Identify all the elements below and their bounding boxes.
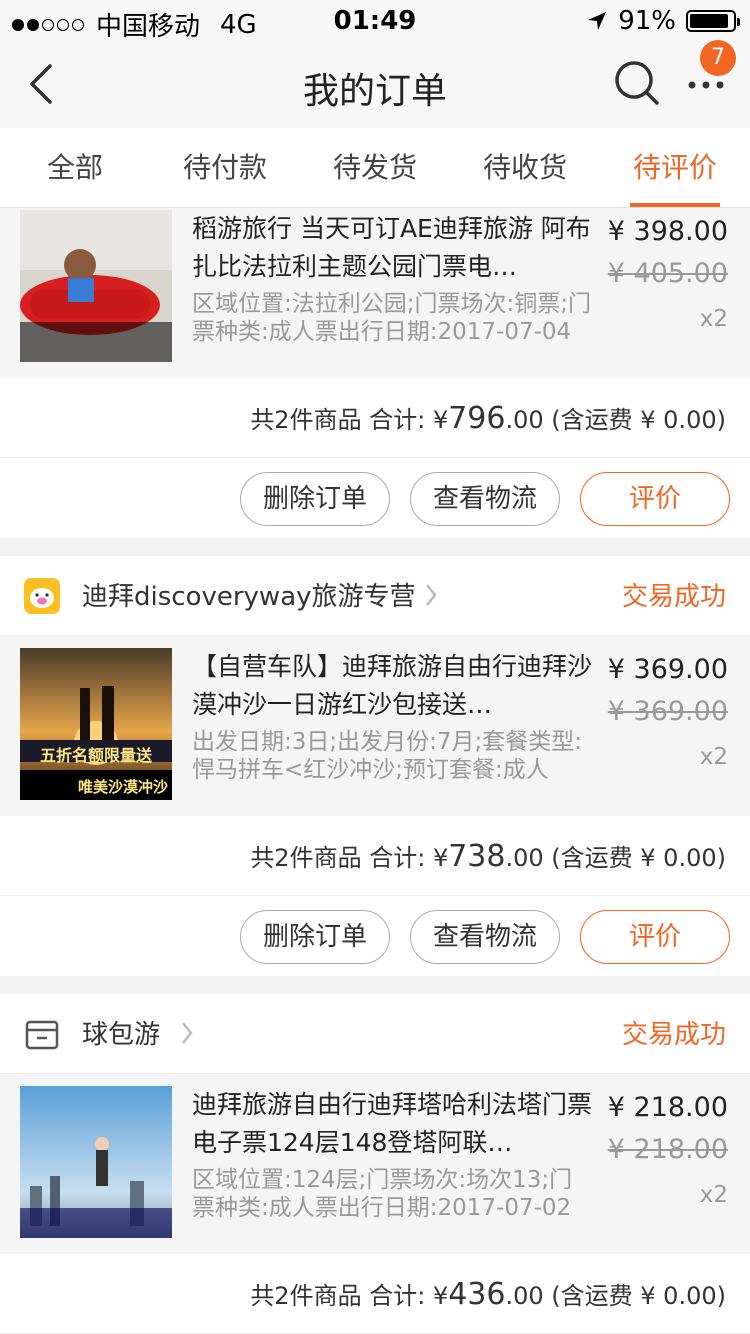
product-original-price: ¥ 218.00 (607, 1134, 728, 1165)
tab-all[interactable]: 全部 (0, 128, 150, 207)
product-title: 【自营车队】迪拜旅游自由行迪拜沙漠冲沙一日游红沙包接送… (192, 652, 592, 719)
order-tabs: 全部 待付款 待发货 待收货 待评价 (0, 128, 750, 208)
summary-shipping: (含运费 ¥ 0.00) (551, 406, 726, 434)
order-summary: 共2件商品 合计: ¥738.00 (含运费 ¥ 0.00) (0, 816, 750, 896)
summary-count: 共2件商品 合计: (250, 844, 426, 872)
battery-icon (686, 10, 740, 32)
product-price: ¥ 369.00 (607, 654, 728, 685)
order-item[interactable]: 五折名额限量送 唯美沙漠冲沙 【自营车队】迪拜旅游自由行迪拜沙漠冲沙一日游红沙包… (0, 636, 750, 816)
review-button[interactable]: 评价 (580, 472, 730, 526)
product-spec: 区域位置:法拉利公园;门票场次:铜票;门票种类:成人票出行日期:2017-07-… (192, 291, 591, 345)
product-price: ¥ 398.00 (607, 216, 728, 247)
order-summary: 共2件商品 合计: ¥436.00 (含运费 ¥ 0.00) (0, 1254, 750, 1334)
status-bar: 中国移动 4G 01:49 91% (0, 0, 750, 42)
summary-total-cents: .00 (505, 406, 544, 434)
product-image[interactable]: 五折名额限量送 唯美沙漠冲沙 (20, 648, 172, 800)
summary-total: 436 (448, 1277, 506, 1312)
view-logistics-button[interactable]: 查看物流 (410, 472, 560, 526)
product-quantity: x2 (699, 744, 728, 770)
product-spec: 区域位置:124层;门票场次:场次13;门票种类:成人票出行日期:2017-07… (192, 1167, 573, 1221)
location-arrow-icon (588, 12, 607, 30)
battery-percent: 91% (618, 6, 676, 36)
review-button[interactable]: 评价 (580, 910, 730, 964)
order-card: 球包游 交易成功 迪拜旅游自由行迪拜塔哈利法塔门票电子票124层148登塔阿联…… (0, 994, 750, 1334)
nav-bar: 我的订单 7 (0, 40, 750, 128)
summary-count: 共2件商品 合计: (250, 1282, 426, 1310)
store-icon (25, 1020, 59, 1050)
order-item[interactable]: 迪拜旅游自由行迪拜塔哈利法塔门票电子票124层148登塔阿联… 区域位置:124… (0, 1074, 750, 1254)
thumb-caption: 唯美沙漠冲沙 (77, 778, 168, 796)
product-title: 迪拜旅游自由行迪拜塔哈利法塔门票电子票124层148登塔阿联… (192, 1090, 592, 1157)
product-title: 稻游旅行 当天可订AE迪拜旅游 阿布扎比法拉利主题公园门票电… (192, 214, 591, 281)
notification-badge: 7 (700, 40, 736, 76)
product-quantity: x2 (699, 306, 728, 332)
order-card: 迪拜discoveryway旅游专营 交易成功 五折名额限量送 唯美沙漠冲沙 【… (0, 556, 750, 976)
product-spec: 出发日期:3日;出发月份:7月;套餐类型:悍马拼车<红沙冲沙;预订套餐:成人 (192, 729, 583, 783)
tab-pending-shipment[interactable]: 待发货 (300, 128, 450, 207)
thumb-promo-text: 五折名额限量送 (39, 746, 152, 765)
view-logistics-button[interactable]: 查看物流 (410, 910, 560, 964)
summary-total: 738 (448, 839, 506, 874)
delete-order-button[interactable]: 删除订单 (240, 910, 390, 964)
order-summary: 共2件商品 合计: ¥796.00 (含运费 ¥ 0.00) (0, 378, 750, 458)
order-card: 稻游旅行 当天可订AE迪拜旅游 阿布扎比法拉利主题公园门票电… 区域位置:法拉利… (0, 208, 750, 538)
product-image[interactable] (20, 1086, 172, 1238)
order-status: 交易成功 (621, 582, 726, 612)
search-icon[interactable] (612, 58, 662, 108)
product-original-price: ¥ 405.00 (607, 258, 728, 289)
summary-shipping: (含运费 ¥ 0.00) (551, 844, 726, 872)
product-original-price: ¥ 369.00 (607, 696, 728, 727)
delete-order-button[interactable]: 删除订单 (240, 472, 390, 526)
shop-header[interactable]: 迪拜discoveryway旅游专营 交易成功 (0, 556, 750, 636)
order-item[interactable]: 稻游旅行 当天可订AE迪拜旅游 阿布扎比法拉利主题公园门票电… 区域位置:法拉利… (0, 208, 750, 378)
order-list[interactable]: 稻游旅行 当天可订AE迪拜旅游 阿布扎比法拉利主题公园门票电… 区域位置:法拉利… (0, 208, 750, 1334)
summary-total-cents: .00 (505, 1282, 544, 1310)
tab-pending-receipt[interactable]: 待收货 (450, 128, 600, 207)
product-price: ¥ 218.00 (607, 1092, 728, 1123)
summary-total: 796 (448, 401, 506, 436)
summary-count: 共2件商品 合计: (250, 406, 426, 434)
summary-shipping: (含运费 ¥ 0.00) (551, 1282, 726, 1310)
chevron-right-icon (182, 1022, 193, 1044)
shop-name[interactable]: 迪拜discoveryway旅游专营 (82, 576, 416, 613)
product-image[interactable] (20, 210, 172, 362)
summary-total-cents: .00 (505, 844, 544, 872)
product-quantity: x2 (699, 1182, 728, 1208)
chevron-right-icon (426, 584, 437, 606)
tab-pending-payment[interactable]: 待付款 (150, 128, 300, 207)
pig-shop-icon (24, 578, 60, 614)
shop-name[interactable]: 球包游 (82, 1014, 160, 1051)
shop-header[interactable]: 球包游 交易成功 (0, 994, 750, 1074)
order-actions: 删除订单 查看物流 评价 (0, 896, 750, 976)
order-status: 交易成功 (621, 1020, 726, 1050)
order-actions: 删除订单 查看物流 评价 (0, 458, 750, 538)
tab-pending-review[interactable]: 待评价 (600, 128, 750, 207)
